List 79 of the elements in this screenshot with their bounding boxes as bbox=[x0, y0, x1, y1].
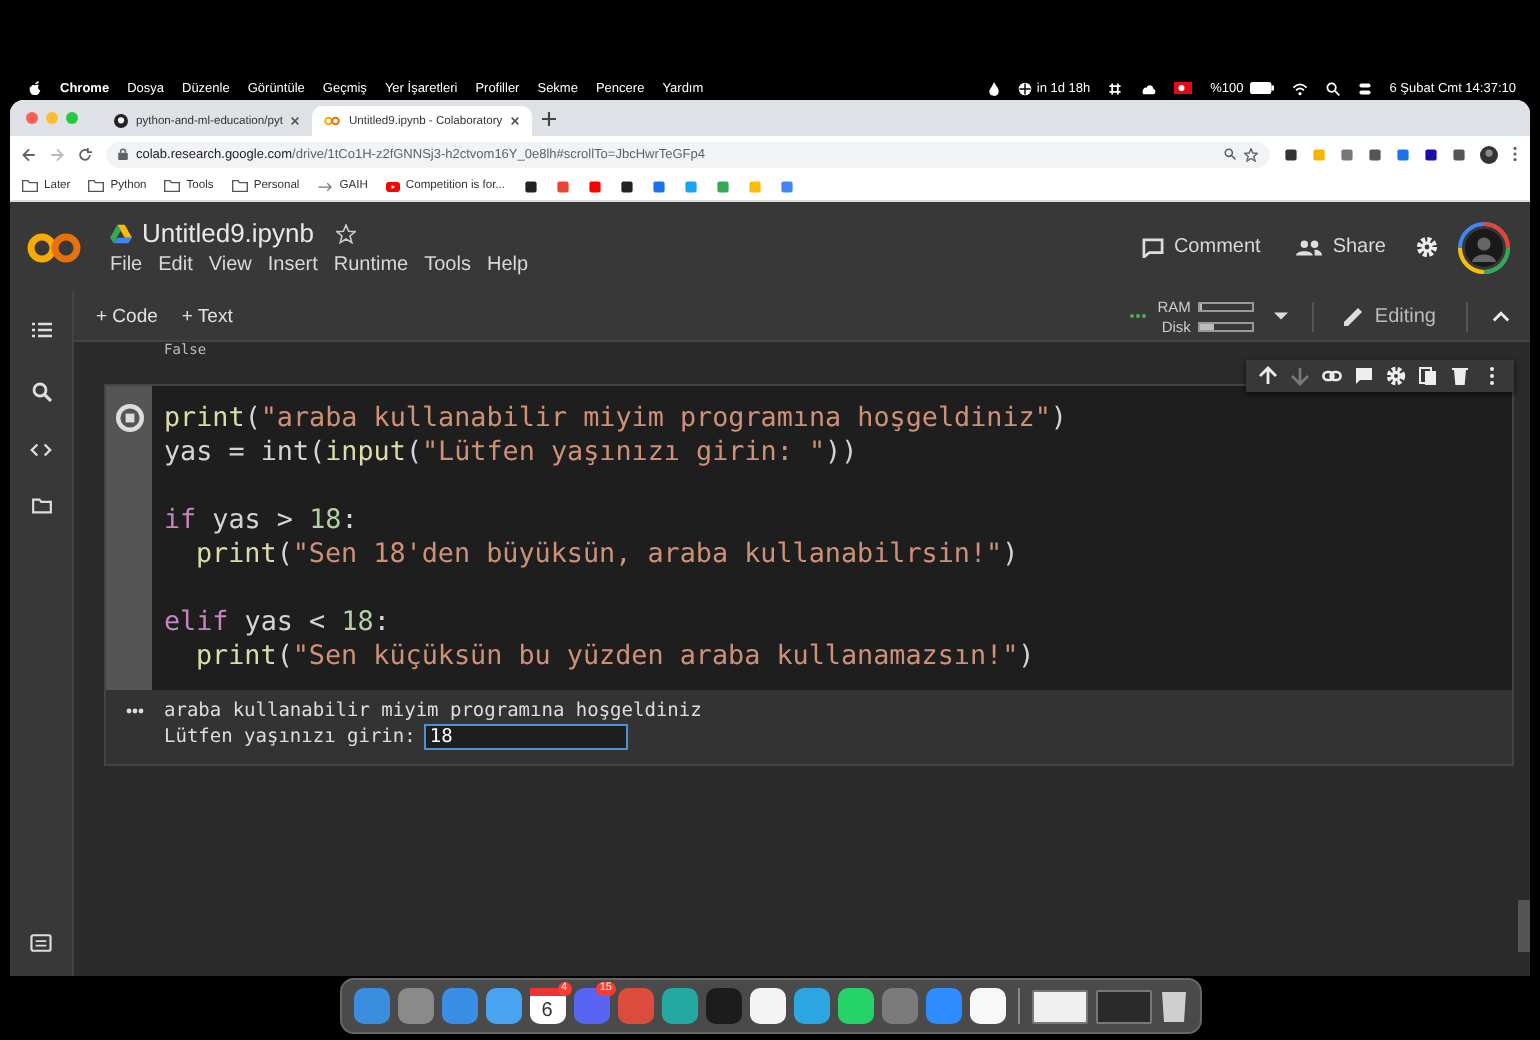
folder-icon bbox=[164, 180, 181, 192]
battery-icon[interactable] bbox=[1249, 82, 1274, 94]
app-icon[interactable] bbox=[969, 988, 1005, 1024]
bookmark-icon[interactable] bbox=[523, 179, 538, 193]
output-text: Lütfen yaşınızı girin: bbox=[164, 725, 416, 749]
apple-icon bbox=[28, 80, 42, 96]
reload-icon[interactable] bbox=[78, 147, 92, 161]
search-icon[interactable] bbox=[1325, 81, 1340, 95]
trash-icon[interactable] bbox=[1450, 366, 1470, 386]
code-line: print("Sen küçüksün bu yüzden araba kullanamazsın!") bbox=[194, 640, 1035, 674]
search-icon[interactable] bbox=[31, 382, 51, 402]
toc-icon[interactable] bbox=[31, 322, 51, 338]
video-icon bbox=[385, 181, 400, 191]
code-line: print("Sen 18'den büyüksün, araba kullanabilrsin!") bbox=[194, 538, 1019, 572]
chevron-up-icon[interactable] bbox=[1492, 310, 1510, 322]
toggles-icon[interactable] bbox=[1357, 81, 1372, 95]
lock-icon bbox=[118, 148, 128, 160]
arrow-down-icon[interactable] bbox=[1290, 366, 1310, 386]
folder-icon bbox=[231, 180, 248, 192]
scrollbar-thumb[interactable] bbox=[1518, 900, 1530, 952]
github-icon bbox=[114, 114, 128, 128]
flame-icon[interactable] bbox=[988, 81, 1001, 95]
pencil-icon bbox=[1344, 306, 1365, 326]
notebook-title[interactable]: Untitled9.ipynb bbox=[142, 218, 314, 248]
code-line: if yas > 18: bbox=[164, 504, 358, 538]
share-button[interactable]: Share bbox=[1290, 232, 1392, 262]
comment-button[interactable]: Comment bbox=[1135, 232, 1267, 262]
menu-item[interactable]: View bbox=[208, 254, 252, 276]
close-icon[interactable] bbox=[510, 116, 521, 126]
menu-item[interactable]: Help bbox=[486, 254, 529, 276]
comment-icon bbox=[1141, 237, 1164, 257]
app-icon[interactable] bbox=[837, 988, 873, 1024]
globe-icon[interactable] bbox=[1018, 81, 1033, 95]
drive-icon bbox=[110, 223, 132, 243]
folder-icon[interactable] bbox=[31, 498, 51, 514]
menu-item[interactable]: Insert bbox=[267, 254, 318, 276]
avatar-icon[interactable] bbox=[1480, 145, 1498, 163]
zoom-icon[interactable] bbox=[1224, 148, 1236, 160]
add-cell-button[interactable]: + Text bbox=[175, 301, 239, 331]
code-line: yas = int(input("Lütfen yaşınızı girin: ")) bbox=[164, 436, 858, 470]
cloud-icon[interactable] bbox=[1140, 81, 1157, 95]
menu-dots-icon[interactable] bbox=[1512, 146, 1518, 162]
output-menu-icon[interactable] bbox=[126, 708, 144, 714]
link-icon[interactable] bbox=[1322, 366, 1342, 386]
close-icon[interactable] bbox=[290, 116, 301, 126]
terminal-icon[interactable] bbox=[30, 934, 52, 952]
app-icon[interactable] bbox=[749, 988, 785, 1024]
code-line: print("araba kullanabilir miyim programına hoşgeldiniz") bbox=[164, 402, 1067, 436]
menu-item[interactable]: Edit bbox=[158, 254, 193, 276]
profile-avatar[interactable] bbox=[1458, 221, 1510, 273]
editing-button[interactable]: Editing bbox=[1338, 301, 1442, 331]
back-icon[interactable] bbox=[22, 147, 36, 161]
star-icon[interactable] bbox=[1244, 147, 1258, 161]
menu-item[interactable]: File bbox=[110, 254, 143, 276]
folder-icon bbox=[88, 180, 105, 192]
menu-item[interactable]: Tools bbox=[424, 254, 471, 276]
logo-icon[interactable] bbox=[26, 231, 82, 263]
window-thumbnail[interactable] bbox=[1095, 989, 1151, 1023]
caret-icon[interactable] bbox=[1274, 312, 1289, 320]
wifi-icon[interactable] bbox=[1291, 81, 1308, 95]
arrow-icon bbox=[317, 181, 334, 191]
run-stop-icon[interactable] bbox=[113, 402, 145, 434]
code-icon[interactable] bbox=[30, 442, 52, 458]
bookmark-icon[interactable] bbox=[619, 179, 634, 193]
trash-icon[interactable] bbox=[1159, 988, 1187, 1024]
people-icon bbox=[1296, 239, 1323, 255]
colab-icon bbox=[324, 116, 341, 126]
settings-icon[interactable] bbox=[1416, 236, 1438, 258]
window-thumbnail[interactable] bbox=[1031, 989, 1087, 1023]
menu-item[interactable]: Runtime bbox=[333, 254, 409, 276]
settings-icon[interactable] bbox=[1386, 366, 1406, 386]
code-line: elif yas < 18: bbox=[164, 606, 390, 640]
output-text: araba kullanabilir miyim programına hoşgeldiniz bbox=[164, 700, 702, 724]
new-tab-icon[interactable] bbox=[542, 111, 557, 125]
flag-icon[interactable] bbox=[1174, 82, 1193, 94]
folder-icon bbox=[22, 180, 38, 192]
arrow-up-icon[interactable] bbox=[1258, 366, 1278, 386]
add-cell-button[interactable]: + Code bbox=[90, 301, 164, 331]
input-field[interactable]: 18 bbox=[423, 724, 628, 750]
